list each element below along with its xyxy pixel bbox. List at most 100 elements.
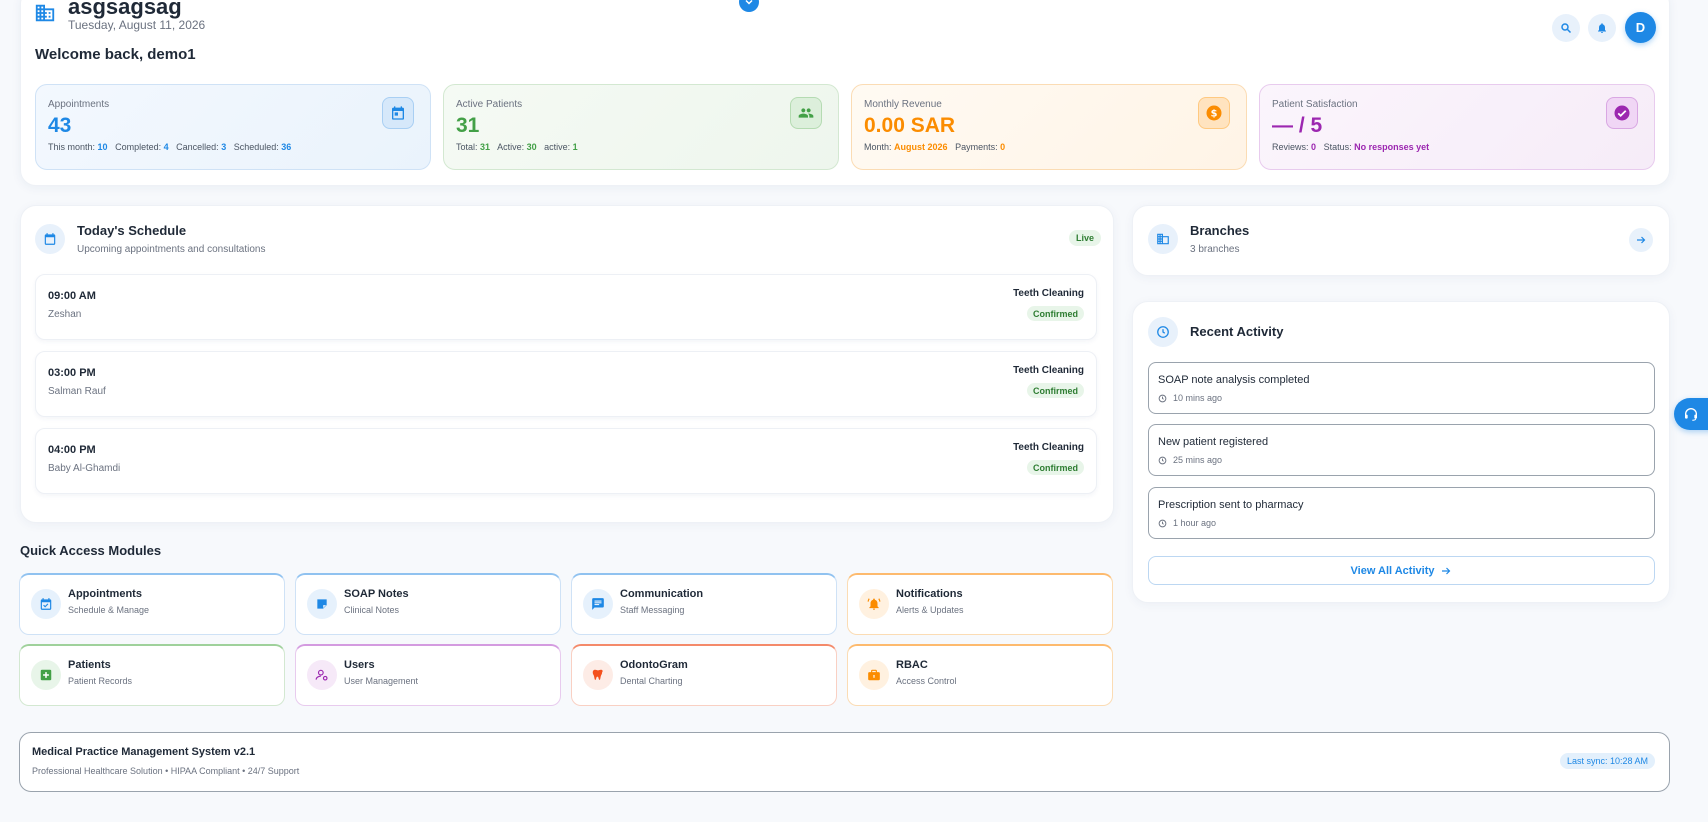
bell-alert-icon bbox=[859, 589, 889, 619]
stat-label: Active Patients bbox=[456, 99, 523, 110]
stat-card-patient-satisfaction[interactable]: Patient Satisfaction — / 5 Reviews: 0 St… bbox=[1259, 84, 1655, 170]
appointment-time: 03:00 PM bbox=[48, 367, 96, 379]
footer: Medical Practice Management System v2.1 … bbox=[19, 732, 1670, 792]
clock-icon bbox=[1158, 394, 1167, 402]
patient-name: Salman Rauf bbox=[48, 386, 106, 397]
branches-open-button[interactable] bbox=[1629, 228, 1653, 252]
stat-value: 0.00 SAR bbox=[864, 114, 956, 137]
medical-plus-icon bbox=[31, 660, 61, 690]
module-communication[interactable]: Communication Staff Messaging bbox=[571, 573, 837, 635]
activity-text: SOAP note analysis completed bbox=[1158, 374, 1310, 386]
appointment-row[interactable]: 09:00 AM Zeshan Teeth Cleaning Confirmed bbox=[35, 274, 1097, 340]
stat-label: Monthly Revenue bbox=[864, 99, 942, 110]
module-soap-notes[interactable]: SOAP Notes Clinical Notes bbox=[295, 573, 561, 635]
module-rbac[interactable]: RBAC Access Control bbox=[847, 644, 1113, 706]
footer-subtitle: Professional Healthcare Solution • HIPAA… bbox=[32, 766, 300, 776]
service-name: Teeth Cleaning bbox=[1013, 442, 1084, 453]
lock-briefcase-icon bbox=[859, 660, 889, 690]
user-settings-icon bbox=[307, 660, 337, 690]
stat-value: — / 5 bbox=[1272, 114, 1323, 137]
service-name: Teeth Cleaning bbox=[1013, 365, 1084, 376]
activity-time: 25 mins ago bbox=[1173, 455, 1223, 465]
activity-item[interactable]: Prescription sent to pharmacy 1 hour ago bbox=[1148, 487, 1655, 539]
stat-value: 43 bbox=[48, 114, 72, 137]
dollar-icon: $ bbox=[1198, 97, 1230, 129]
service-name: Teeth Cleaning bbox=[1013, 288, 1084, 299]
welcome-message: Welcome back, demo1 bbox=[35, 46, 196, 63]
notifications-button[interactable] bbox=[1588, 14, 1616, 42]
stat-card-appointments[interactable]: Appointments 43 This month: 10 Completed… bbox=[35, 84, 431, 170]
module-subtitle: Dental Charting bbox=[620, 676, 683, 686]
stat-card-monthly-revenue[interactable]: Monthly Revenue 0.00 SAR Month: August 2… bbox=[851, 84, 1247, 170]
user-avatar[interactable]: D bbox=[1625, 12, 1656, 43]
svg-text:$: $ bbox=[1211, 108, 1218, 119]
activity-text: New patient registered bbox=[1158, 436, 1269, 448]
live-badge: Live bbox=[1069, 230, 1102, 246]
stat-card-active-patients[interactable]: Active Patients 31 Total: 31 Active: 30 … bbox=[443, 84, 839, 170]
note-icon bbox=[307, 589, 337, 619]
activity-item[interactable]: SOAP note analysis completed 10 mins ago bbox=[1148, 362, 1655, 414]
module-title: Communication bbox=[620, 588, 704, 600]
bell-icon bbox=[1598, 23, 1606, 33]
module-appointments[interactable]: Appointments Schedule & Manage bbox=[19, 573, 285, 635]
module-title: Patients bbox=[68, 659, 111, 671]
module-title: Notifications bbox=[896, 588, 963, 600]
view-all-activity-button[interactable]: View All Activity bbox=[1148, 556, 1655, 585]
branches-title: Branches bbox=[1190, 223, 1250, 238]
clock-icon bbox=[1148, 317, 1178, 347]
module-title: Users bbox=[344, 659, 375, 671]
module-odontogram[interactable]: OdontoGram Dental Charting bbox=[571, 644, 837, 706]
activity-title: Recent Activity bbox=[1190, 324, 1284, 339]
status-badge: Confirmed bbox=[1027, 460, 1084, 475]
stat-label: Appointments bbox=[48, 99, 110, 110]
calendar-check-icon bbox=[31, 589, 61, 619]
appointment-time: 09:00 AM bbox=[48, 290, 96, 302]
appointment-row[interactable]: 04:00 PM Baby Al-Ghamdi Teeth Cleaning C… bbox=[35, 428, 1097, 494]
stat-label: Patient Satisfaction bbox=[1272, 99, 1358, 110]
search-icon bbox=[1561, 23, 1572, 34]
module-patients[interactable]: Patients Patient Records bbox=[19, 644, 285, 706]
stat-details: This month: 10 Completed: 4 Cancelled: 3… bbox=[48, 142, 292, 152]
activity-time: 1 hour ago bbox=[1173, 518, 1217, 528]
support-chat-button[interactable] bbox=[1674, 398, 1708, 430]
calendar-icon bbox=[382, 97, 414, 129]
activity-meta: 10 mins ago bbox=[1158, 393, 1222, 403]
module-users[interactable]: Users User Management bbox=[295, 644, 561, 706]
view-all-label: View All Activity bbox=[1350, 564, 1435, 577]
module-subtitle: Clinical Notes bbox=[344, 605, 400, 615]
appointment-row[interactable]: 03:00 PM Salman Rauf Teeth Cleaning Conf… bbox=[35, 351, 1097, 417]
building-icon bbox=[34, 2, 56, 24]
current-date: Tuesday, August 11, 2026 bbox=[68, 18, 206, 32]
activity-meta: 25 mins ago bbox=[1158, 455, 1222, 465]
schedule-title: Today's Schedule bbox=[77, 223, 187, 238]
building-icon bbox=[1148, 224, 1178, 254]
status-badge: Confirmed bbox=[1027, 306, 1084, 321]
last-sync-badge: Last sync: 10:28 AM bbox=[1559, 753, 1655, 769]
appointment-time: 04:00 PM bbox=[48, 444, 96, 456]
chevron-down-icon bbox=[745, 0, 753, 5]
status-badge: Confirmed bbox=[1027, 383, 1084, 398]
tooth-icon bbox=[583, 660, 613, 690]
module-title: RBAC bbox=[896, 659, 928, 671]
module-title: Appointments bbox=[68, 588, 142, 600]
schedule-subtitle: Upcoming appointments and consultations bbox=[77, 244, 266, 255]
chat-icon bbox=[583, 589, 613, 619]
activity-item[interactable]: New patient registered 25 mins ago bbox=[1148, 424, 1655, 476]
stat-details: Reviews: 0 Status: No responses yet bbox=[1272, 142, 1430, 152]
footer-title: Medical Practice Management System v2.1 bbox=[32, 746, 256, 758]
branches-card[interactable] bbox=[1132, 205, 1670, 276]
module-subtitle: Alerts & Updates bbox=[896, 605, 964, 615]
module-subtitle: Schedule & Manage bbox=[68, 605, 150, 615]
module-subtitle: Access Control bbox=[896, 676, 957, 686]
module-notifications[interactable]: Notifications Alerts & Updates bbox=[847, 573, 1113, 635]
patient-name: Zeshan bbox=[48, 309, 82, 320]
clock-icon bbox=[1158, 519, 1167, 527]
quick-access-title: Quick Access Modules bbox=[20, 543, 162, 558]
search-button[interactable] bbox=[1552, 14, 1580, 42]
activity-text: Prescription sent to pharmacy bbox=[1158, 499, 1304, 511]
headset-icon bbox=[1685, 408, 1697, 421]
module-title: OdontoGram bbox=[620, 659, 688, 671]
clock-icon bbox=[1158, 456, 1167, 464]
module-title: SOAP Notes bbox=[344, 588, 409, 600]
module-subtitle: Patient Records bbox=[68, 676, 133, 686]
